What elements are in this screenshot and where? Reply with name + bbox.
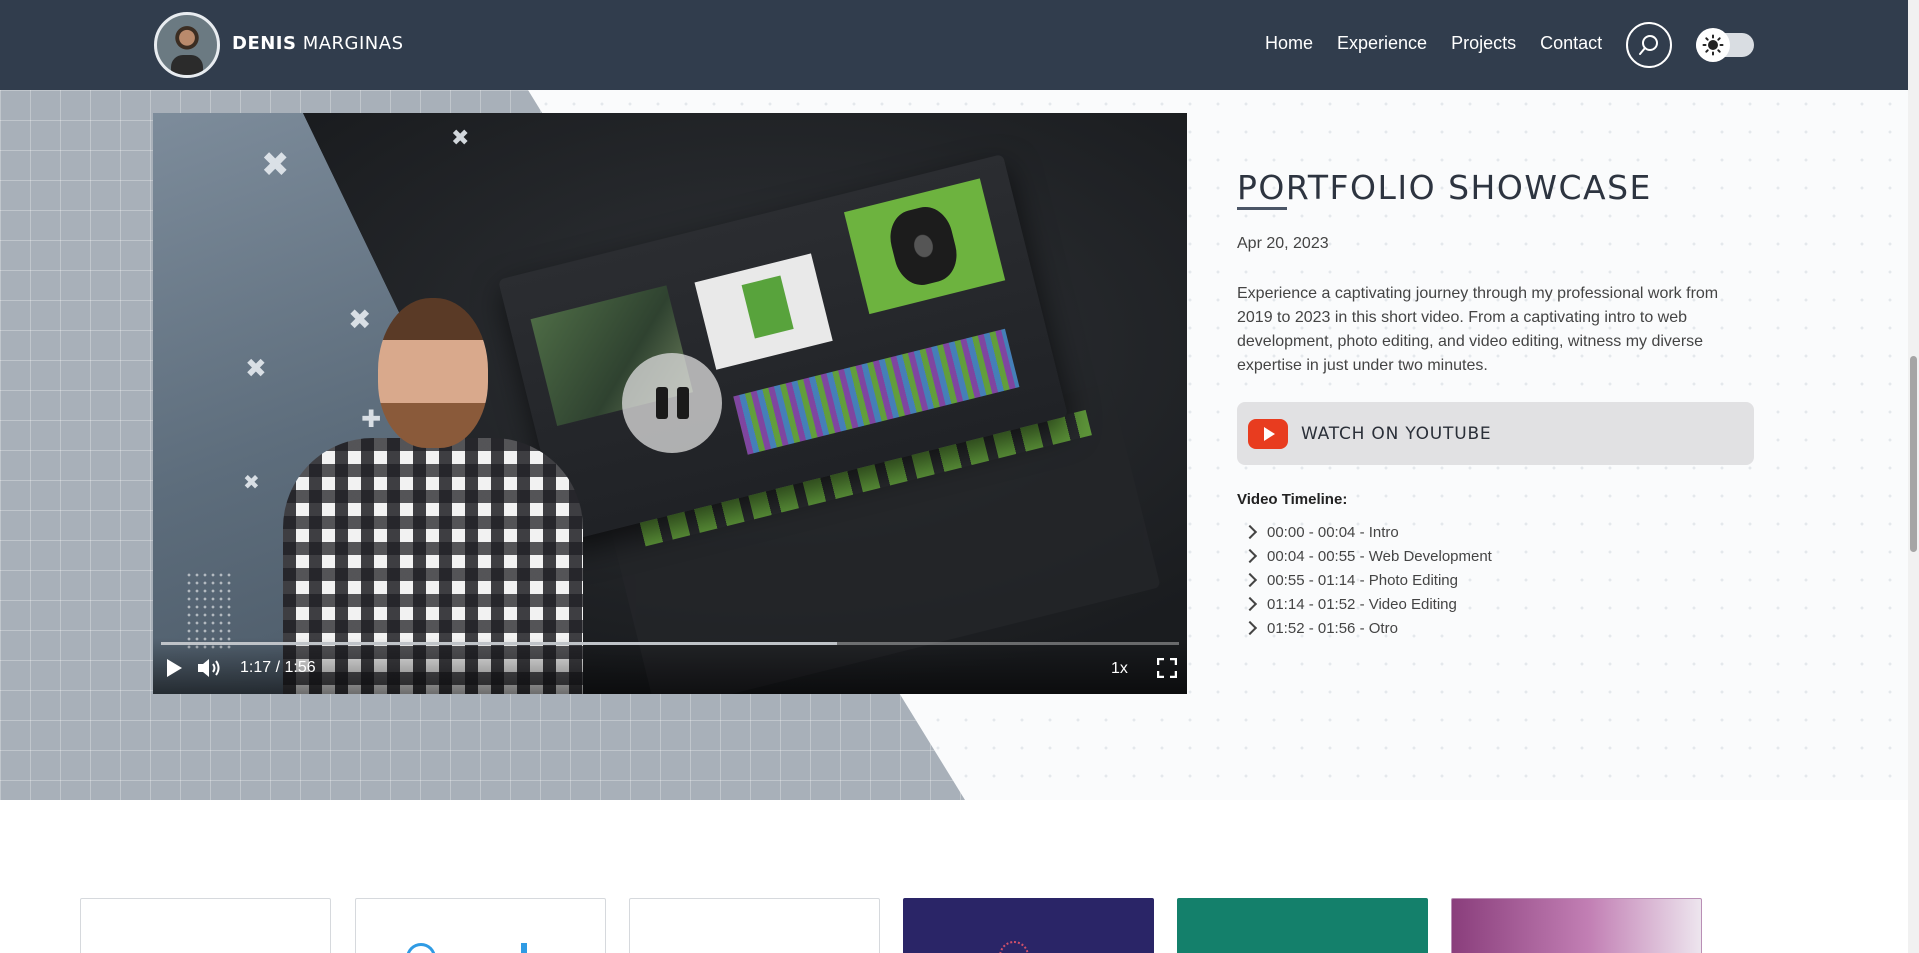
project-card[interactable] bbox=[1177, 898, 1428, 953]
timeline-item-label: 00:00 - 00:04 - Intro bbox=[1267, 523, 1399, 541]
publish-date: Apr 20, 2023 bbox=[1237, 235, 1329, 252]
nav-contact[interactable]: Contact bbox=[1540, 33, 1602, 54]
project-card[interactable] bbox=[903, 898, 1154, 953]
timeline-item[interactable]: 00:04 - 00:55 - Web Development bbox=[1242, 544, 1492, 568]
pause-icon-bar bbox=[676, 387, 689, 419]
theme-toggle-knob bbox=[1696, 28, 1730, 62]
video-progress-fill bbox=[161, 642, 837, 645]
timeline-heading: Video Timeline: bbox=[1237, 491, 1348, 508]
showcase-description: Experience a captivating journey through… bbox=[1237, 285, 1719, 374]
volume-icon[interactable] bbox=[197, 657, 225, 679]
brand-first-name: DENIS bbox=[232, 33, 297, 54]
video-frame-person bbox=[283, 288, 583, 694]
nav-experience[interactable]: Experience bbox=[1337, 33, 1427, 54]
title-underline bbox=[1237, 207, 1287, 210]
showcase-section: ✖ ✖ ✖ ✖ ✚ ✖ 1:17 / 1:56 1x PORTFOLIO SHO… bbox=[0, 90, 1908, 800]
decorative-x-icon: ✖ bbox=[451, 125, 470, 150]
timeline-item-label: 00:55 - 01:14 - Photo Editing bbox=[1267, 571, 1458, 589]
youtube-icon bbox=[1248, 418, 1288, 449]
decorative-x-icon: ✖ bbox=[243, 472, 260, 494]
video-progress-bar[interactable] bbox=[161, 642, 1179, 645]
chevron-right-icon bbox=[1242, 524, 1258, 540]
timeline-item[interactable]: 01:52 - 01:56 - Otro bbox=[1242, 616, 1492, 640]
search-button[interactable] bbox=[1626, 22, 1672, 68]
fullscreen-icon[interactable] bbox=[1157, 658, 1177, 678]
watch-on-youtube-button[interactable]: WATCH ON YOUTUBE bbox=[1237, 402, 1754, 465]
timeline-item[interactable]: 00:00 - 00:04 - Intro bbox=[1242, 520, 1492, 544]
project-card[interactable] bbox=[629, 898, 880, 953]
nav-projects[interactable]: Projects bbox=[1451, 33, 1516, 54]
timeline-item[interactable]: 00:55 - 01:14 - Photo Editing bbox=[1242, 568, 1492, 592]
chevron-right-icon bbox=[1242, 596, 1258, 612]
chevron-right-icon bbox=[1242, 572, 1258, 588]
page-title: PORTFOLIO SHOWCASE bbox=[1237, 168, 1652, 207]
nav-home[interactable]: Home bbox=[1265, 33, 1313, 54]
video-player[interactable]: ✖ ✖ ✖ ✖ ✚ ✖ 1:17 / 1:56 1x bbox=[153, 113, 1187, 694]
video-controls: 1:17 / 1:56 1x bbox=[153, 638, 1187, 694]
play-icon[interactable] bbox=[165, 658, 183, 678]
scrollbar-thumb[interactable] bbox=[1910, 356, 1917, 552]
main-nav: Home Experience Projects Contact bbox=[1265, 33, 1602, 54]
timeline-list: 00:00 - 00:04 - Intro 00:04 - 00:55 - We… bbox=[1242, 520, 1492, 640]
chevron-right-icon bbox=[1242, 548, 1258, 564]
youtube-button-label: WATCH ON YOUTUBE bbox=[1301, 423, 1492, 444]
project-card[interactable] bbox=[355, 898, 606, 953]
chevron-right-icon bbox=[1242, 620, 1258, 636]
project-cards-row bbox=[0, 898, 1908, 953]
playback-speed-button[interactable]: 1x bbox=[1111, 660, 1128, 678]
timeline-item-label: 01:52 - 01:56 - Otro bbox=[1267, 619, 1398, 637]
search-icon bbox=[1639, 35, 1658, 55]
decorative-x-icon: ✖ bbox=[261, 146, 290, 184]
pause-icon bbox=[655, 387, 668, 419]
brand-last-name: MARGINAS bbox=[302, 33, 404, 54]
avatar[interactable] bbox=[154, 12, 220, 78]
project-card[interactable] bbox=[80, 898, 331, 953]
timeline-item-label: 00:04 - 00:55 - Web Development bbox=[1267, 547, 1492, 565]
decorative-x-icon: ✖ bbox=[245, 353, 267, 383]
timeline-item[interactable]: 01:14 - 01:52 - Video Editing bbox=[1242, 592, 1492, 616]
theme-toggle[interactable] bbox=[1696, 28, 1754, 62]
project-card[interactable] bbox=[1451, 898, 1702, 953]
site-header: DENIS MARGINAS Home Experience Projects … bbox=[0, 0, 1908, 90]
timeline-item-label: 01:14 - 01:52 - Video Editing bbox=[1267, 595, 1457, 613]
page-scrollbar[interactable] bbox=[1908, 0, 1919, 953]
sun-icon bbox=[1702, 34, 1724, 56]
brand-logo[interactable]: DENIS MARGINAS bbox=[232, 33, 404, 54]
video-time: 1:17 / 1:56 bbox=[240, 659, 316, 676]
pause-overlay-button[interactable] bbox=[622, 353, 722, 453]
